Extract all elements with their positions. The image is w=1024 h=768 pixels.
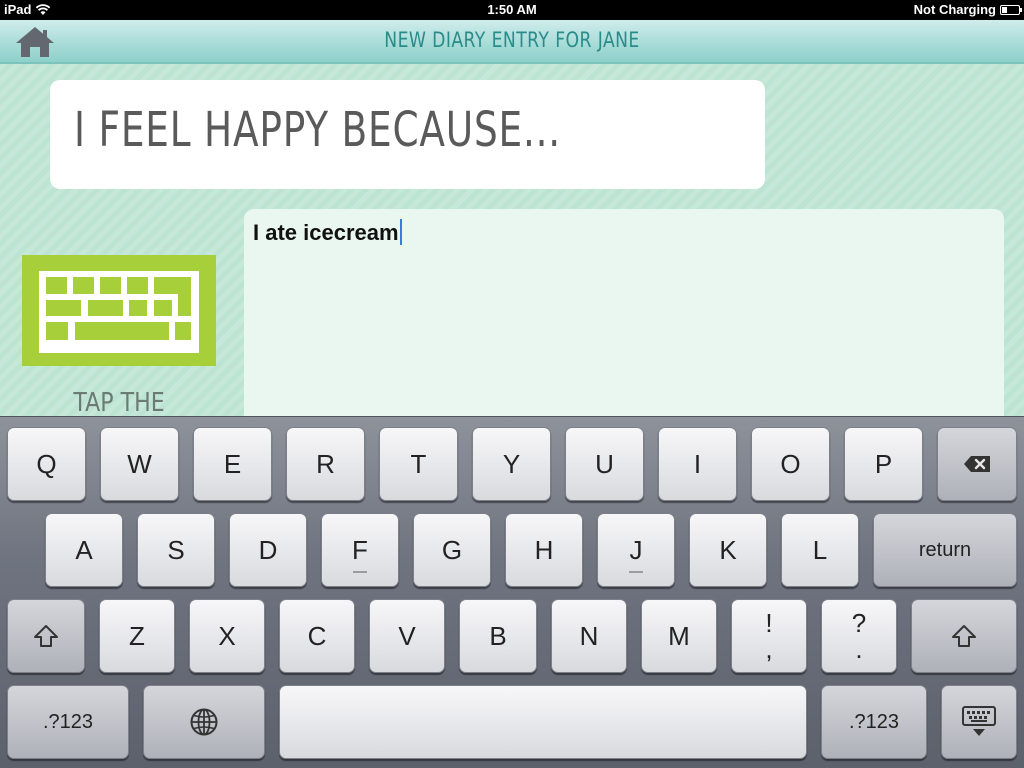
key-y[interactable]: Y xyxy=(472,427,551,501)
key-q[interactable]: Q xyxy=(7,427,86,501)
shift-key-right[interactable] xyxy=(911,599,1017,673)
home-icon xyxy=(16,27,54,57)
text-caret xyxy=(399,219,402,245)
shift-icon xyxy=(952,625,976,647)
app-header: NEW DIARY ENTRY FOR JANE xyxy=(0,20,1024,64)
key-f-label: F xyxy=(352,534,368,565)
keyboard-button[interactable] xyxy=(22,255,216,366)
key-k[interactable]: K xyxy=(689,513,767,587)
key-t[interactable]: T xyxy=(379,427,458,501)
key-o[interactable]: O xyxy=(751,427,830,501)
key-question-label: ? xyxy=(851,608,867,638)
key-c[interactable]: C xyxy=(279,599,355,673)
numbers-key-left[interactable]: .?123 xyxy=(7,685,129,759)
home-row-marker xyxy=(353,571,367,573)
shift-icon xyxy=(34,625,58,647)
keyboard-icon xyxy=(39,271,199,353)
key-exclaim-label: ! xyxy=(765,608,773,638)
key-a[interactable]: A xyxy=(45,513,123,587)
key-w[interactable]: W xyxy=(100,427,179,501)
key-s[interactable]: S xyxy=(137,513,215,587)
home-row-marker xyxy=(629,571,643,573)
home-button[interactable] xyxy=(14,24,56,60)
clock: 1:50 AM xyxy=(487,2,537,17)
key-period-label: . xyxy=(855,634,863,664)
diary-entry-screen: I FEEL HAPPY BECAUSE... TAP THE I ate ic… xyxy=(0,64,1024,416)
key-g[interactable]: G xyxy=(413,513,491,587)
shift-key-left[interactable] xyxy=(7,599,85,673)
globe-key[interactable] xyxy=(143,685,265,759)
key-b[interactable]: B xyxy=(459,599,537,673)
hide-keyboard-key[interactable] xyxy=(941,685,1017,759)
space-key[interactable] xyxy=(279,685,807,759)
prompt-card: I FEEL HAPPY BECAUSE... xyxy=(50,80,765,189)
key-d[interactable]: D xyxy=(229,513,307,587)
key-f[interactable]: F xyxy=(321,513,399,587)
key-i[interactable]: I xyxy=(658,427,737,501)
on-screen-keyboard: Q W E R T Y U I O P A S D F G H J K L re… xyxy=(0,416,1024,768)
key-v[interactable]: V xyxy=(369,599,445,673)
key-j-label: J xyxy=(629,534,643,565)
key-x[interactable]: X xyxy=(189,599,265,673)
key-u[interactable]: U xyxy=(565,427,644,501)
key-m[interactable]: M xyxy=(641,599,717,673)
prompt-text: I FEEL HAPPY BECAUSE... xyxy=(74,102,561,158)
key-n[interactable]: N xyxy=(551,599,627,673)
key-h[interactable]: H xyxy=(505,513,583,587)
key-comma-label: , xyxy=(765,634,773,664)
key-r[interactable]: R xyxy=(286,427,365,501)
numbers-key-right[interactable]: .?123 xyxy=(821,685,927,759)
tap-hint: TAP THE xyxy=(73,388,165,416)
key-e[interactable]: E xyxy=(193,427,272,501)
key-question-period[interactable]: ?. xyxy=(821,599,897,673)
battery-icon xyxy=(1000,4,1022,15)
diary-entry-text: I ate icecream xyxy=(253,220,399,245)
backspace-key[interactable] xyxy=(937,427,1017,501)
globe-icon xyxy=(190,708,218,736)
key-z[interactable]: Z xyxy=(99,599,175,673)
hide-keyboard-icon xyxy=(962,706,996,736)
key-exclaim-comma[interactable]: !, xyxy=(731,599,807,673)
diary-entry-field[interactable]: I ate icecream xyxy=(244,209,1004,416)
charging-status: Not Charging xyxy=(913,2,996,17)
page-title: NEW DIARY ENTRY FOR JANE xyxy=(384,28,640,52)
backspace-icon xyxy=(964,456,990,472)
key-p[interactable]: P xyxy=(844,427,923,501)
key-j[interactable]: J xyxy=(597,513,675,587)
key-l[interactable]: L xyxy=(781,513,859,587)
status-bar: iPad 1:50 AM Not Charging xyxy=(0,0,1024,20)
return-key[interactable]: return xyxy=(873,513,1017,587)
